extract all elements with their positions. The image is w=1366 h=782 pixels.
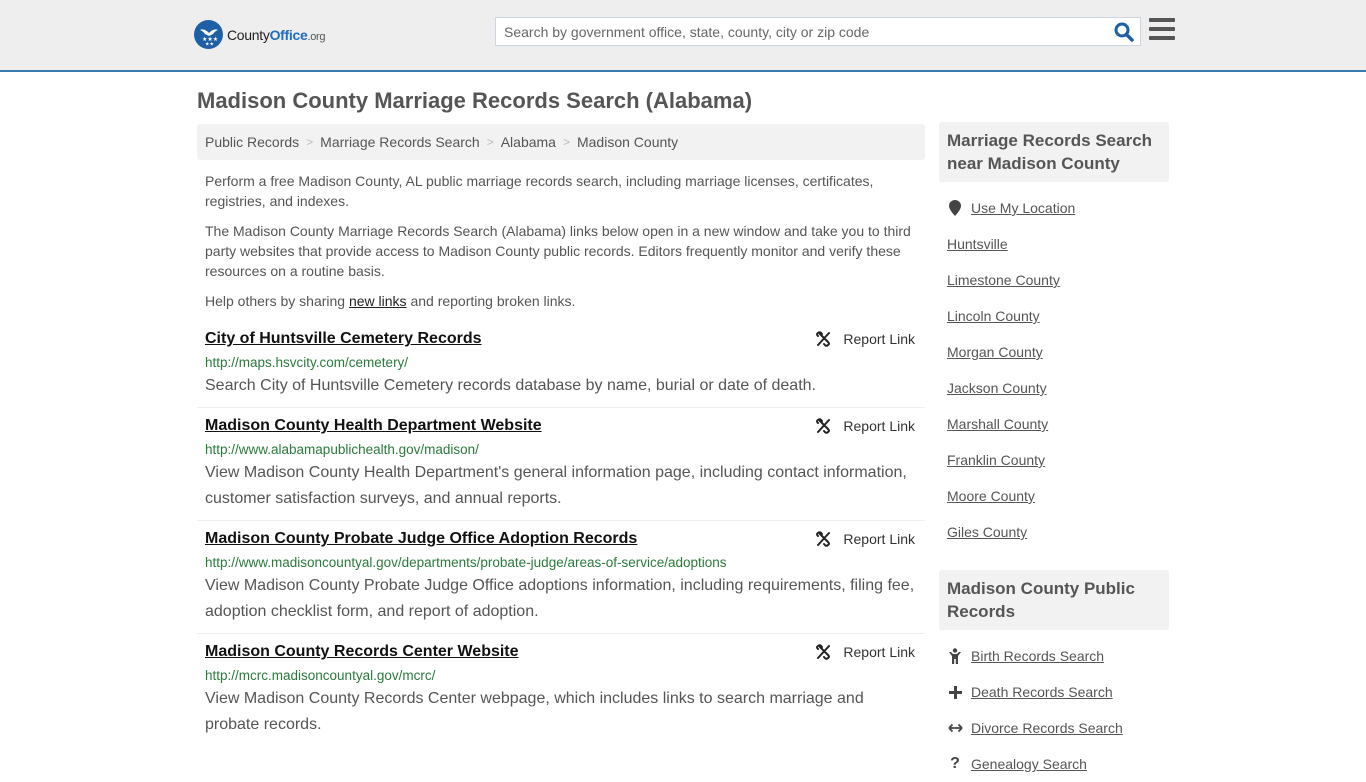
genealogy-search-link[interactable]: Genealogy Search [971,756,1087,772]
sidebar: Marriage Records Search near Madison Cou… [939,122,1169,782]
breadcrumb-public-records[interactable]: Public Records [205,134,299,150]
logo-text: CountyOffice.org [227,26,326,43]
search-button[interactable] [1114,22,1134,42]
report-link-button[interactable]: Report Link [815,644,915,660]
use-my-location-item: Use My Location [947,190,1161,226]
svg-text:★★: ★★ [205,41,214,46]
nearby-item: Limestone County [947,262,1161,298]
hamburger-menu-button[interactable] [1149,18,1175,42]
result-title-link[interactable]: Madison County Records Center Website [205,642,519,662]
page-title: Madison County Marriage Records Search (… [197,88,753,113]
nearby-link-marshall-county[interactable]: Marshall County [947,416,1048,432]
use-my-location-link[interactable]: Use My Location [971,200,1075,216]
nearby-item: Moore County [947,478,1161,514]
nearby-link-giles-county[interactable]: Giles County [947,524,1027,540]
intro-paragraph-3: Help others by sharing new links and rep… [205,293,576,309]
breadcrumb-alabama[interactable]: Alabama [501,134,556,150]
result-url: http://www.alabamapublichealth.gov/madis… [205,442,479,457]
breadcrumb-madison-county[interactable]: Madison County [577,134,678,150]
breadcrumb-separator: > [562,135,570,149]
result-title-link[interactable]: Madison County Health Department Website [205,416,542,436]
result-description: View Madison County Records Center webpa… [205,690,864,733]
nearby-heading: Marriage Records Search near Madison Cou… [939,122,1169,182]
nearby-list: Use My Location Huntsville Limestone Cou… [939,182,1169,550]
intro-paragraph-2: The Madison County Marriage Records Sear… [205,223,911,279]
search-box [495,17,1141,46]
report-link-button[interactable]: Report Link [815,331,915,347]
hamburger-icon [1149,18,1175,40]
nearby-link-moore-county[interactable]: Moore County [947,488,1035,504]
nearby-item: Morgan County [947,334,1161,370]
broken-link-icon [816,531,831,547]
breadcrumb-marriage-records[interactable]: Marriage Records Search [320,134,480,150]
death-records-link[interactable]: Death Records Search [971,684,1113,700]
public-records-heading: Madison County Public Records [939,570,1169,630]
result-title-link[interactable]: Madison County Probate Judge Office Adop… [205,529,637,549]
search-icon [1114,22,1134,42]
broken-link-icon [816,644,831,660]
broken-link-icon [816,418,831,434]
nearby-item: Lincoln County [947,298,1161,334]
report-link-button[interactable]: Report Link [815,418,915,434]
nearby-item: Jackson County [947,370,1161,406]
result-description: View Madison County Probate Judge Office… [205,577,915,620]
main-content: Public Records > Marriage Records Search… [197,124,925,746]
new-links-link[interactable]: new links [349,293,407,309]
result-url: http://www.madisoncountyal.gov/departmen… [205,555,727,570]
map-marker-icon [947,200,963,216]
result-url: http://maps.hsvcity.com/cemetery/ [205,355,409,370]
breadcrumb: Public Records > Marriage Records Search… [197,124,925,160]
result-url: http://mcrc.madisoncountyal.gov/mcrc/ [205,668,436,683]
public-records-item: Death Records Search [947,674,1161,710]
eagle-logo-icon: ★★★ ★★ [194,20,223,49]
child-icon [947,648,963,664]
birth-records-link[interactable]: Birth Records Search [971,648,1104,664]
public-records-item: Divorce Records Search [947,710,1161,746]
breadcrumb-separator: > [306,135,314,149]
nearby-link-lincoln-county[interactable]: Lincoln County [947,308,1040,324]
broken-link-icon [816,331,831,347]
result-description: View Madison County Health Department's … [205,464,907,507]
report-link-button[interactable]: Report Link [815,531,915,547]
public-records-list: Birth Records Search Death Records Searc… [939,630,1169,782]
nearby-link-franklin-county[interactable]: Franklin County [947,452,1045,468]
site-header: ★★★ ★★ CountyOffice.org [0,0,1366,72]
nearby-link-morgan-county[interactable]: Morgan County [947,344,1043,360]
result-description: Search City of Huntsville Cemetery recor… [205,377,816,394]
divorce-records-link[interactable]: Divorce Records Search [971,720,1123,736]
nearby-link-limestone-county[interactable]: Limestone County [947,272,1060,288]
nearby-item: Franklin County [947,442,1161,478]
arrows-horizontal-icon [947,723,963,733]
nearby-item: Marshall County [947,406,1161,442]
intro-paragraph-1: Perform a free Madison County, AL public… [205,173,874,209]
site-logo[interactable]: ★★★ ★★ CountyOffice.org [194,20,326,49]
result-item: Madison County Records Center Website Re… [197,634,925,746]
result-title-link[interactable]: City of Huntsville Cemetery Records [205,329,482,349]
public-records-item: Birth Records Search [947,638,1161,674]
public-records-item: ? Genealogy Search [947,746,1161,782]
nearby-item: Giles County [947,514,1161,550]
nearby-link-jackson-county[interactable]: Jackson County [947,380,1047,396]
results-list: City of Huntsville Cemetery Records Repo… [197,321,925,746]
result-item: City of Huntsville Cemetery Records Repo… [197,321,925,408]
nearby-item: Huntsville [947,226,1161,262]
nearby-link-huntsville[interactable]: Huntsville [947,236,1008,252]
search-input[interactable] [496,18,1106,45]
result-item: Madison County Probate Judge Office Adop… [197,521,925,634]
intro-text: Perform a free Madison County, AL public… [197,171,925,311]
plus-icon [947,685,963,699]
question-icon: ? [950,755,960,772]
breadcrumb-separator: > [486,135,494,149]
result-item: Madison County Health Department Website… [197,408,925,521]
